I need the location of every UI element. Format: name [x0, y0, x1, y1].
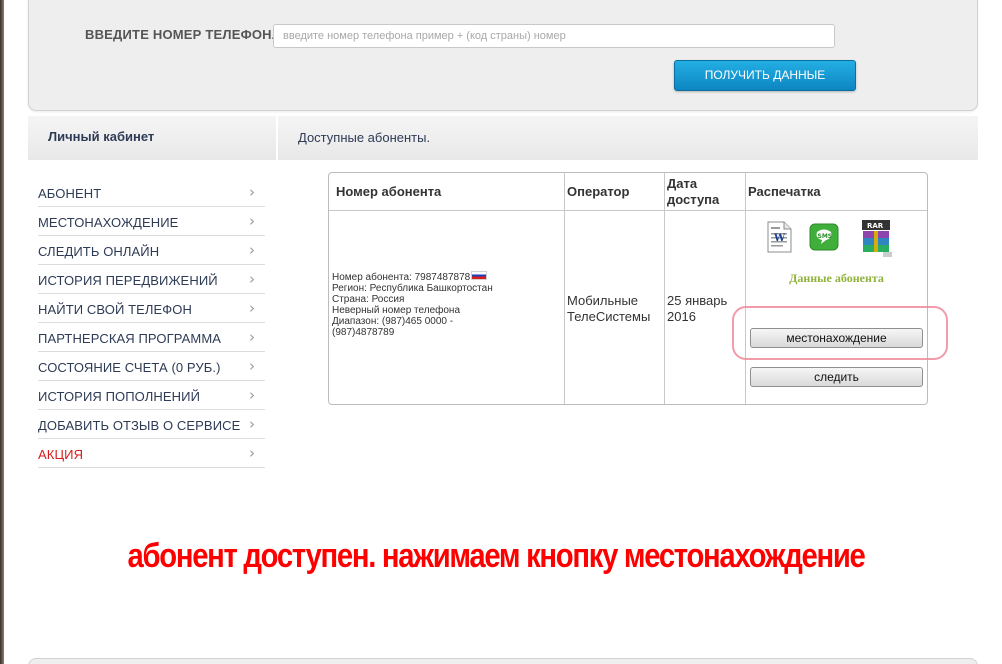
sidebar-item-label: ИСТОРИЯ ПЕРЕДВИЖЕНИЙ [38, 273, 218, 288]
chevron-right-icon: › [249, 299, 255, 317]
sidebar-item-find-phone[interactable]: НАЙТИ СВОЙ ТЕЛЕФОН › [38, 294, 265, 323]
print-icons: W SMS RAR [763, 219, 903, 261]
chevron-right-icon: › [249, 270, 255, 288]
subscriber-country: Страна: Россия [332, 294, 405, 305]
get-data-button[interactable]: ПОЛУЧИТЬ ДАННЫЕ [674, 60, 856, 91]
sidebar-title: Личный кабинет [48, 129, 155, 144]
subscriber-range-line2: (987)4878789 [332, 327, 395, 338]
location-button-highlight [732, 306, 948, 360]
sidebar-item-add-review[interactable]: ДОБАВИТЬ ОТЗЫВ О СЕРВИСЕ › [38, 410, 265, 439]
sidebar-item-partner-program[interactable]: ПАРТНЕРСКАЯ ПРОГРАММА › [38, 323, 265, 352]
subscriber-number: Номер абонента: 7987487878 [332, 272, 471, 283]
sidebar-header: Личный кабинет [28, 116, 276, 160]
subscriber-invalid-note: Неверный номер телефона [332, 305, 461, 316]
sidebar-item-label: ИСТОРИЯ ПОПОЛНЕНИЙ [38, 389, 201, 404]
sidebar-item-label: СОСТОЯНИЕ СЧЕТА (0 РУБ.) [38, 360, 221, 375]
chevron-right-icon: › [249, 328, 255, 346]
sidebar-item-label: СЛЕДИТЬ ОНЛАЙН [38, 244, 160, 259]
word-document-icon[interactable]: W [766, 221, 792, 253]
sidebar-item-movement-history[interactable]: ИСТОРИЯ ПЕРЕДВИЖЕНИЙ › [38, 265, 265, 294]
subscriber-data-label: Данные абонента [789, 271, 884, 285]
content-title: Доступные абоненты. [298, 130, 431, 145]
chevron-right-icon: › [249, 357, 255, 375]
sidebar-item-promo[interactable]: АКЦИЯ › [38, 439, 265, 468]
header-print: Распечатка [748, 184, 821, 199]
sidebar-item-topup-history[interactable]: ИСТОРИЯ ПОПОЛНЕНИЙ › [38, 381, 265, 410]
sidebar-item-label: НАЙТИ СВОЙ ТЕЛЕФОН [38, 302, 192, 317]
bottom-panel [28, 658, 978, 664]
svg-text:W: W [773, 233, 786, 244]
sidebar-item-subscriber[interactable]: АБОНЕНТ › [38, 178, 265, 207]
instruction-caption: абонент доступен. нажимаем кнопку местон… [127, 537, 866, 575]
track-button[interactable]: следить [750, 367, 923, 387]
date-cell: 25 январь 2016 [667, 293, 727, 325]
chevron-right-icon: › [249, 212, 255, 230]
operator-line1: Мобильные [567, 293, 639, 308]
date-line1: 25 январь [667, 293, 728, 308]
sidebar-item-track-online[interactable]: СЛЕДИТЬ ОНЛАЙН › [38, 236, 265, 265]
page: ВВЕДИТЕ НОМЕР ТЕЛЕФОНА: ПОЛУЧИТЬ ДАННЫЕ … [0, 0, 1002, 664]
subscriber-range-line1: Диапазон: (987)465 0000 - [332, 316, 454, 327]
sidebar-item-account-balance[interactable]: СОСТОЯНИЕ СЧЕТА (0 РУБ.) › [38, 352, 265, 381]
chevron-right-icon: › [249, 444, 255, 462]
subscribers-table: Номер абонента Оператор Дата доступа Рас… [328, 172, 928, 405]
sidebar-item-label: АБОНЕНТ [38, 186, 102, 201]
header-subscriber-number: Номер абонента [336, 184, 442, 199]
sidebar-item-label: МЕСТОНАХОЖДЕНИЕ [38, 215, 179, 230]
russia-flag-icon [471, 271, 488, 280]
chevron-right-icon: › [249, 183, 255, 201]
rar-archive-icon[interactable]: RAR [859, 219, 893, 259]
header-operator: Оператор [567, 184, 630, 199]
operator-cell: Мобильные ТелеСистемы [567, 293, 650, 325]
column-divider [745, 173, 746, 404]
phone-label: ВВЕДИТЕ НОМЕР ТЕЛЕФОНА: [85, 27, 286, 42]
subscriber-region: Регион: Республика Башкортостан [332, 283, 493, 294]
column-divider [664, 173, 665, 404]
header-date-line2: доступа [667, 192, 720, 207]
operator-line2: ТелеСистемы [567, 309, 651, 324]
sidebar-item-label: ПАРТНЕРСКАЯ ПРОГРАММА [38, 331, 222, 346]
sidebar-item-label: ДОБАВИТЬ ОТЗЫВ О СЕРВИСЕ [38, 418, 241, 433]
column-divider [564, 173, 565, 404]
phone-lookup-panel: ВВЕДИТЕ НОМЕР ТЕЛЕФОНА: ПОЛУЧИТЬ ДАННЫЕ [28, 0, 978, 111]
content-header: Доступные абоненты. [278, 116, 978, 160]
subscriber-info: Номер абонента: 7987487878 Регион: Респу… [332, 271, 562, 338]
sidebar-item-label: АКЦИЯ [38, 447, 84, 462]
header-divider [329, 210, 927, 211]
chevron-right-icon: › [249, 386, 255, 404]
window-edge [0, 0, 4, 664]
phone-input[interactable] [273, 24, 835, 48]
sms-icon[interactable]: SMS [809, 223, 839, 251]
date-line2: 2016 [667, 309, 696, 324]
svg-text:SMS: SMS [818, 233, 833, 240]
sidebar-item-location[interactable]: МЕСТОНАХОЖДЕНИЕ › [38, 207, 265, 236]
header-date-line1: Дата [667, 176, 698, 191]
chevron-right-icon: › [249, 241, 255, 259]
chevron-right-icon: › [249, 415, 255, 433]
sidebar-menu: АБОНЕНТ › МЕСТОНАХОЖДЕНИЕ › СЛЕДИТЬ ОНЛА… [38, 178, 265, 468]
svg-text:RAR: RAR [867, 222, 884, 230]
